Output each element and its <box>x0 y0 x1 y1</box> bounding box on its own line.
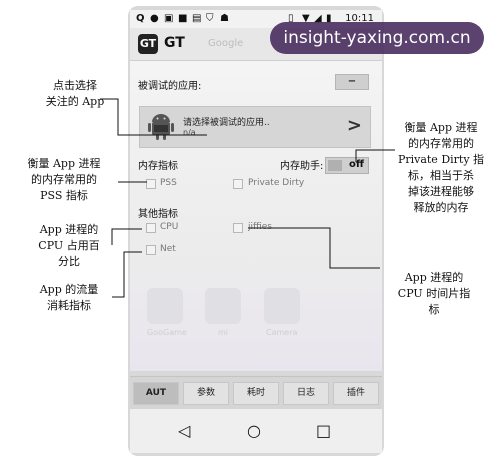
leader-line-jiffies <box>248 227 380 269</box>
annotation-private-dirty: 衡量 App 进程 的内存常用的 Private Dirty 指 标，相当于杀 … <box>397 121 485 214</box>
leader-line-select-app <box>100 98 207 136</box>
leader-line-net <box>112 251 142 298</box>
annotation-net: App 的流量 消耗指标 <box>39 283 99 312</box>
annotation-select-app: 点击选择 关注的 App <box>45 79 105 108</box>
watermark-banner: insight-yaxing.com.cn <box>270 22 484 54</box>
annotation-jiffies: App 进程的 CPU 时间片指 标 <box>397 271 471 316</box>
annotation-pss: 衡量 App 进程 的内存常用的 PSS 指标 <box>27 157 101 202</box>
annotation-cpu: App 进程的 CPU 占用百 分比 <box>38 223 100 268</box>
leader-line-cpu <box>111 228 142 245</box>
